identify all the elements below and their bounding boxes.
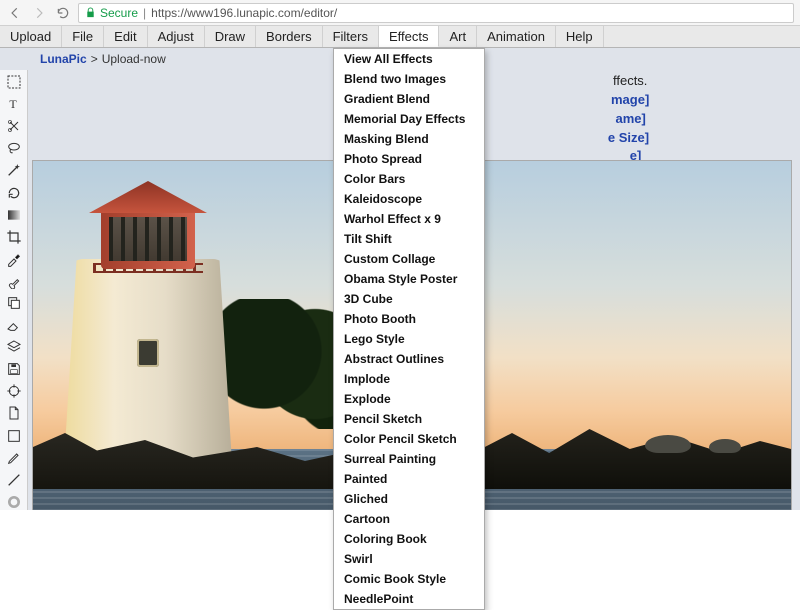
effects-item[interactable]: Swirl <box>334 549 484 569</box>
menu-upload[interactable]: Upload <box>0 26 62 47</box>
crop-icon[interactable] <box>5 229 23 245</box>
effects-item[interactable]: Custom Collage <box>334 249 484 269</box>
magic-wand-icon[interactable] <box>5 162 23 178</box>
browser-chrome: Secure | https://www196.lunapic.com/edit… <box>0 0 800 26</box>
menu-effects[interactable]: Effects <box>379 26 440 47</box>
effects-item[interactable]: Warhol Effect x 9 <box>334 209 484 229</box>
effects-item[interactable]: Pencil Sketch <box>334 409 484 429</box>
secure-label: Secure <box>100 6 138 20</box>
link-image[interactable]: mage] <box>611 92 649 107</box>
side-toolbar: T <box>0 70 28 510</box>
menu-borders[interactable]: Borders <box>256 26 323 47</box>
effects-item[interactable]: Blend two Images <box>334 69 484 89</box>
effects-item[interactable]: Gradient Blend <box>334 89 484 109</box>
lighthouse-illustration <box>63 169 233 479</box>
layers-icon[interactable] <box>5 339 23 355</box>
effects-item[interactable]: Masking Blend <box>334 129 484 149</box>
blur-icon[interactable] <box>5 494 23 510</box>
breadcrumb-root[interactable]: LunaPic <box>40 52 87 66</box>
effects-item[interactable]: Photo Booth <box>334 309 484 329</box>
menu-art[interactable]: Art <box>439 26 477 47</box>
effects-item[interactable]: Surreal Painting <box>334 449 484 469</box>
effects-item[interactable]: Memorial Day Effects <box>334 109 484 129</box>
menubar: UploadFileEditAdjustDrawBordersFiltersEf… <box>0 26 800 48</box>
breadcrumb-sep: > <box>91 52 98 66</box>
effects-item[interactable]: Gliched <box>334 489 484 509</box>
effects-item[interactable]: Lego Style <box>334 329 484 349</box>
url-text: https://www196.lunapic.com/editor/ <box>151 6 337 20</box>
svg-text:T: T <box>9 97 17 111</box>
gradient-icon[interactable] <box>5 207 23 223</box>
line-icon[interactable] <box>5 472 23 488</box>
menu-animation[interactable]: Animation <box>477 26 556 47</box>
effects-dropdown: View All EffectsBlend two ImagesGradient… <box>333 48 485 610</box>
effects-item[interactable]: Explode <box>334 389 484 409</box>
marquee-icon[interactable] <box>5 74 23 90</box>
shape-icon[interactable] <box>5 428 23 444</box>
reload-button[interactable] <box>54 4 72 22</box>
effects-item[interactable]: Abstract Outlines <box>334 349 484 369</box>
rotate-icon[interactable] <box>5 184 23 200</box>
effects-item[interactable]: Cartoon <box>334 509 484 529</box>
lock-icon <box>85 7 96 18</box>
text-icon[interactable]: T <box>5 96 23 112</box>
pencil-icon[interactable] <box>5 450 23 466</box>
save-icon[interactable] <box>5 361 23 377</box>
effects-item[interactable]: Obama Style Poster <box>334 269 484 289</box>
back-button[interactable] <box>6 4 24 22</box>
effects-item[interactable]: Kaleidoscope <box>334 189 484 209</box>
address-bar[interactable]: Secure | https://www196.lunapic.com/edit… <box>78 3 794 23</box>
menu-file[interactable]: File <box>62 26 104 47</box>
eyedropper-icon[interactable] <box>5 251 23 267</box>
menu-edit[interactable]: Edit <box>104 26 147 47</box>
menu-draw[interactable]: Draw <box>205 26 256 47</box>
copy-icon[interactable] <box>5 295 23 311</box>
effects-item[interactable]: View All Effects <box>334 49 484 69</box>
brush-icon[interactable] <box>5 273 23 289</box>
link-name[interactable]: ame] <box>616 111 646 126</box>
link-filesize[interactable]: e Size] <box>608 130 649 145</box>
effects-item[interactable]: Comic Book Style <box>334 569 484 589</box>
effects-item[interactable]: 3D Cube <box>334 289 484 309</box>
forward-button[interactable] <box>30 4 48 22</box>
effects-item[interactable]: Color Bars <box>334 169 484 189</box>
lasso-icon[interactable] <box>5 140 23 156</box>
effects-item[interactable]: Color Pencil Sketch <box>334 429 484 449</box>
effects-item[interactable]: Implode <box>334 369 484 389</box>
file-icon[interactable] <box>5 405 23 421</box>
crosshair-icon[interactable] <box>5 383 23 399</box>
breadcrumb-current: Upload-now <box>102 52 166 66</box>
effects-item[interactable]: Tilt Shift <box>334 229 484 249</box>
effects-item[interactable]: Coloring Book <box>334 529 484 549</box>
erase-icon[interactable] <box>5 317 23 333</box>
effects-item[interactable]: NeedlePoint <box>334 589 484 609</box>
menu-adjust[interactable]: Adjust <box>148 26 205 47</box>
effects-item[interactable]: Photo Spread <box>334 149 484 169</box>
effects-item[interactable]: Painted <box>334 469 484 489</box>
menu-help[interactable]: Help <box>556 26 604 47</box>
scissors-icon[interactable] <box>5 118 23 134</box>
secure-badge: Secure <box>85 6 138 20</box>
menu-filters[interactable]: Filters <box>323 26 379 47</box>
